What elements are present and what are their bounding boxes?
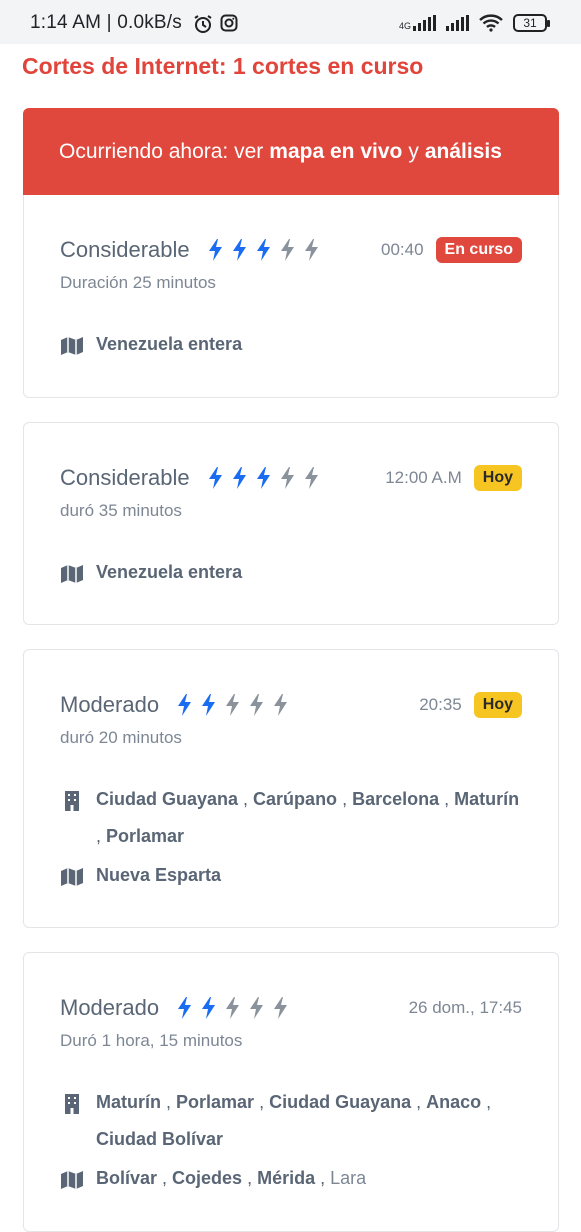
building-icon [65, 791, 79, 811]
bolt-icon [256, 239, 270, 261]
city-row: Ciudad Guayana , Carúpano , Barcelona , … [60, 788, 528, 855]
outage-time: 12:00 A.M [385, 468, 462, 487]
live-banner: Ocurriendo ahora: ver mapa en vivo y aná… [23, 108, 559, 196]
region-list: Bolívar , Cojedes , Mérida , Lara [96, 1168, 367, 1188]
region-item: Lara [330, 1168, 367, 1188]
bolt-icon [226, 997, 240, 1019]
region-item: Cojedes [172, 1168, 243, 1188]
city-item: Porlamar [106, 826, 185, 846]
map-icon [61, 1171, 83, 1189]
alarm-icon [194, 15, 212, 33]
outage-card[interactable]: Considerable 12:00 A.M Hoy duró 35 minut… [23, 422, 559, 625]
map-icon [61, 337, 83, 355]
region-list: Venezuela entera [96, 562, 243, 582]
severity-label: Considerable [60, 237, 190, 262]
status-badge: En curso [435, 237, 522, 263]
battery-icon: 31 [513, 14, 550, 32]
city-item: Ciudad Guayana [96, 789, 239, 809]
outage-card[interactable]: Moderado 26 dom., 17:45 Duró 1 hora, 15 … [23, 952, 559, 1232]
outage-duration: Duración 25 minutos [60, 273, 216, 292]
wifi-icon [479, 14, 503, 32]
status-badge: Hoy [473, 692, 522, 718]
page-title: Cortes de Internet: 1 cortes en curso [22, 53, 424, 79]
bolt-icon [202, 997, 216, 1019]
signal-icon: 4G [399, 15, 436, 31]
city-item: Ciudad Bolívar [96, 1129, 224, 1149]
outage-time: 20:35 [419, 695, 462, 714]
city-item: Carúpano [253, 789, 338, 809]
bolt-icon [274, 997, 288, 1019]
city-row: Maturín , Porlamar , Ciudad Guayana , An… [60, 1091, 528, 1158]
status-bar: 1:14 AM | 0.0kB/s 4G 31 [0, 0, 581, 44]
severity-label: Moderado [60, 692, 160, 717]
status-badge: Hoy [473, 465, 522, 491]
severity-label: Moderado [60, 995, 160, 1020]
region-row: Venezuela entera [60, 333, 528, 363]
signal-icon [446, 15, 469, 31]
outage-duration: duró 20 minutos [60, 728, 182, 747]
severity-bolts [175, 694, 291, 716]
city-item: Maturín [454, 789, 520, 809]
bolt-icon [226, 694, 240, 716]
outage-time: 00:40 [380, 240, 424, 259]
bolt-icon [250, 694, 264, 716]
map-icon [61, 565, 83, 583]
severity-bolts [206, 239, 322, 261]
outage-card[interactable]: Moderado 20:35 Hoy duró 20 minutos Ciuda… [23, 649, 559, 928]
region-row: Venezuela entera [60, 561, 528, 591]
outage-duration: Duró 1 hora, 15 minutos [60, 1031, 243, 1050]
bolt-icon [208, 467, 222, 489]
bolt-icon [202, 694, 216, 716]
city-list: Ciudad Guayana , Carúpano , Barcelona , … [96, 789, 520, 846]
region-item: Bolívar [96, 1168, 158, 1188]
city-item: Barcelona [352, 789, 440, 809]
bolt-icon [280, 239, 294, 261]
bolt-icon [178, 997, 192, 1019]
building-icon [65, 1094, 79, 1114]
region-list: Venezuela entera [96, 334, 243, 354]
bolt-icon [232, 467, 246, 489]
city-item: Ciudad Guayana [269, 1092, 412, 1112]
bolt-icon [250, 997, 264, 1019]
instagram-icon [220, 14, 238, 32]
bolt-icon [232, 239, 246, 261]
network-type: 4G [398, 21, 411, 31]
city-item: Anaco [426, 1092, 482, 1112]
map-icon [61, 868, 83, 886]
severity-label: Considerable [60, 465, 190, 490]
bolt-icon [304, 467, 318, 489]
bolt-icon [280, 467, 294, 489]
bolt-icon [304, 239, 318, 261]
banner-connector: y [408, 140, 419, 163]
city-item: Maturín [96, 1092, 161, 1112]
live-map-link[interactable]: mapa en vivo [269, 140, 402, 164]
city-list: Maturín , Porlamar , Ciudad Guayana , An… [96, 1092, 492, 1149]
city-item: Porlamar [176, 1092, 255, 1112]
severity-bolts [206, 467, 322, 489]
region-row: Bolívar , Cojedes , Mérida , Lara [60, 1167, 528, 1197]
region-list: Nueva Esparta [96, 865, 222, 885]
region-item: Mérida [257, 1168, 316, 1188]
bolt-icon [208, 239, 222, 261]
analysis-link[interactable]: análisis [425, 140, 502, 164]
bolt-icon [274, 694, 288, 716]
banner-text: Ocurriendo ahora: ver [59, 140, 264, 163]
status-time: 1:14 AM | 0.0kB/s [30, 12, 182, 33]
outage-card[interactable]: Considerable 00:40 En curso Duración 25 … [23, 195, 559, 398]
bolt-icon [178, 694, 192, 716]
region-row: Nueva Esparta [60, 864, 528, 894]
bolt-icon [256, 467, 270, 489]
outage-duration: duró 35 minutos [60, 501, 182, 520]
severity-bolts [175, 997, 291, 1019]
outage-time: 26 dom., 17:45 [408, 998, 522, 1017]
